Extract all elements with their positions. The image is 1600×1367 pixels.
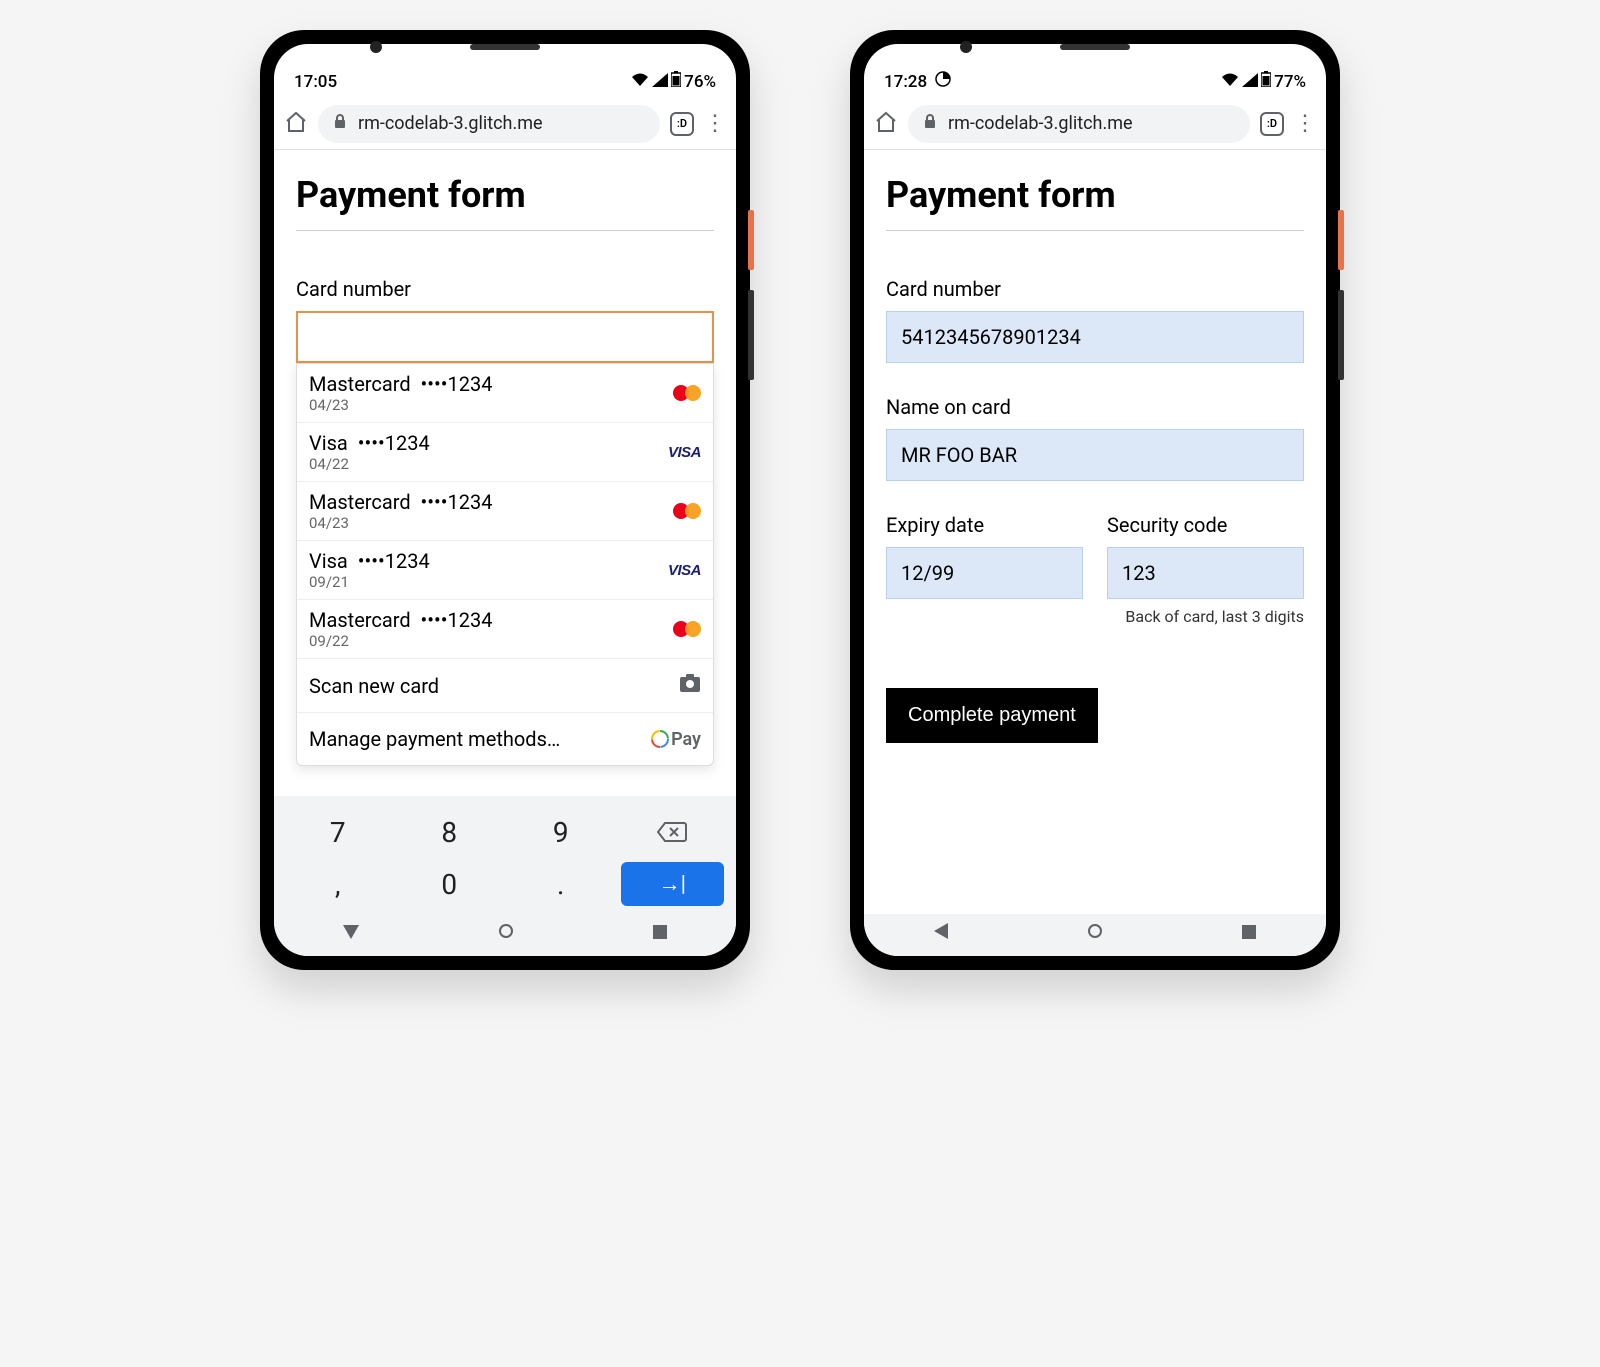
- url-bar[interactable]: rm-codelab-3.glitch.me: [318, 105, 660, 143]
- page-title: Payment form: [296, 174, 714, 231]
- system-nav: [864, 914, 1326, 956]
- nav-back-icon[interactable]: [934, 923, 948, 944]
- autofill-card-0[interactable]: Mastercard ••••1234 04/23: [297, 364, 713, 423]
- nav-back-icon[interactable]: [343, 923, 359, 944]
- tab-switcher[interactable]: :D: [1260, 112, 1284, 136]
- nav-recent-icon[interactable]: [653, 923, 667, 944]
- url-text: rm-codelab-3.glitch.me: [948, 113, 1133, 134]
- data-saver-icon: [935, 71, 951, 92]
- url-bar[interactable]: rm-codelab-3.glitch.me: [908, 105, 1250, 143]
- numeric-keypad: 7 8 9 , 0 . →|: [274, 796, 736, 914]
- autofill-card-4[interactable]: Mastercard ••••1234 09/22: [297, 600, 713, 659]
- visa-icon: VISA: [668, 562, 701, 579]
- mastercard-icon: [673, 502, 701, 520]
- key-9[interactable]: 9: [505, 806, 617, 858]
- nav-home-icon[interactable]: [498, 923, 514, 944]
- url-text: rm-codelab-3.glitch.me: [358, 113, 543, 134]
- status-time: 17:28: [884, 72, 927, 92]
- lock-icon: [922, 113, 938, 134]
- complete-payment-button[interactable]: Complete payment: [886, 688, 1098, 743]
- key-0[interactable]: 0: [394, 858, 506, 910]
- manage-payment-methods[interactable]: Manage payment methods… Pay: [297, 713, 713, 765]
- system-nav: [274, 914, 736, 956]
- front-camera: [960, 41, 972, 53]
- status-time: 17:05: [294, 72, 337, 92]
- speaker-slot: [1060, 44, 1130, 50]
- page-title: Payment form: [886, 174, 1304, 231]
- volume-button[interactable]: [748, 290, 754, 380]
- card-number-label: Card number: [296, 277, 714, 301]
- expiry-input[interactable]: 12/99: [886, 547, 1083, 599]
- card-number-input[interactable]: 5412345678901234: [886, 311, 1304, 363]
- autofill-card-1[interactable]: Visa ••••1234 04/22 VISA: [297, 423, 713, 482]
- power-button[interactable]: [748, 210, 754, 270]
- name-on-card-label: Name on card: [886, 395, 1304, 419]
- card-number-input[interactable]: [296, 311, 714, 363]
- power-button[interactable]: [1338, 210, 1344, 270]
- mastercard-icon: [673, 620, 701, 638]
- front-camera: [370, 41, 382, 53]
- key-period[interactable]: .: [505, 858, 617, 910]
- visa-icon: VISA: [668, 444, 701, 461]
- tab-switcher[interactable]: :D: [670, 112, 694, 136]
- battery-text: 76%: [684, 72, 716, 92]
- phone-left: 17:05 76%: [260, 30, 750, 970]
- key-comma[interactable]: ,: [282, 858, 394, 910]
- camera-icon: [679, 673, 701, 698]
- key-backspace[interactable]: [617, 806, 729, 858]
- phone-right: 17:28 77%: [850, 30, 1340, 970]
- autofill-card-3[interactable]: Visa ••••1234 09/21 VISA: [297, 541, 713, 600]
- gpay-icon: Pay: [651, 729, 701, 750]
- autofill-dropdown: Mastercard ••••1234 04/23 Visa ••••1234 …: [296, 363, 714, 766]
- key-7[interactable]: 7: [282, 806, 394, 858]
- nav-home-icon[interactable]: [1087, 923, 1103, 944]
- wifi-icon: [1221, 72, 1239, 92]
- home-icon[interactable]: [874, 110, 898, 138]
- key-8[interactable]: 8: [394, 806, 506, 858]
- nav-recent-icon[interactable]: [1242, 923, 1256, 944]
- menu-icon[interactable]: ⋮: [1294, 111, 1316, 136]
- name-on-card-input[interactable]: MR FOO BAR: [886, 429, 1304, 481]
- cvc-hint: Back of card, last 3 digits: [886, 607, 1304, 626]
- autofill-card-2[interactable]: Mastercard ••••1234 04/23: [297, 482, 713, 541]
- volume-button[interactable]: [1338, 290, 1344, 380]
- wifi-icon: [631, 72, 649, 92]
- scan-new-card[interactable]: Scan new card: [297, 659, 713, 713]
- speaker-slot: [470, 44, 540, 50]
- home-icon[interactable]: [284, 110, 308, 138]
- signal-icon: [652, 72, 668, 92]
- battery-icon: [1261, 71, 1271, 92]
- mastercard-icon: [673, 384, 701, 402]
- menu-icon[interactable]: ⋮: [704, 111, 726, 136]
- cvc-label: Security code: [1107, 513, 1304, 537]
- lock-icon: [332, 113, 348, 134]
- expiry-label: Expiry date: [886, 513, 1083, 537]
- browser-bar: rm-codelab-3.glitch.me :D ⋮: [864, 98, 1326, 150]
- battery-text: 77%: [1274, 72, 1306, 92]
- status-bar: 17:05 76%: [274, 44, 736, 98]
- battery-icon: [671, 71, 681, 92]
- cvc-input[interactable]: 123: [1107, 547, 1304, 599]
- card-number-label: Card number: [886, 277, 1304, 301]
- status-bar: 17:28 77%: [864, 44, 1326, 98]
- signal-icon: [1242, 72, 1258, 92]
- browser-bar: rm-codelab-3.glitch.me :D ⋮: [274, 98, 736, 150]
- key-enter[interactable]: →|: [621, 862, 725, 906]
